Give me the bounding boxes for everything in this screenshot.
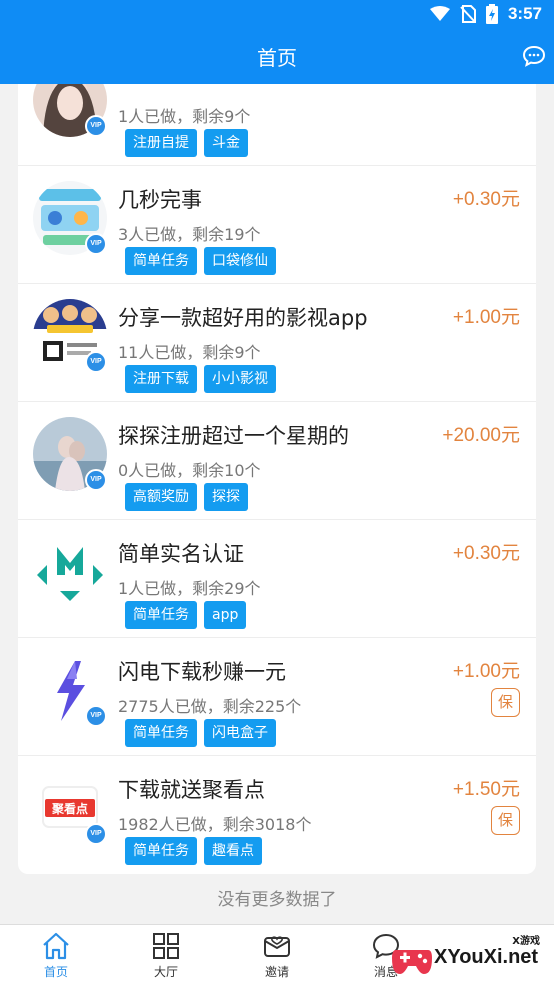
task-tag: 趣看点: [204, 837, 262, 865]
nav-label: 大厅: [153, 965, 178, 979]
task-reward: +1.00元: [452, 661, 520, 682]
nav-hall[interactable]: 大厅: [126, 931, 206, 980]
task-tag: 简单任务: [125, 837, 197, 865]
nav-home[interactable]: 首页: [16, 931, 96, 980]
task-reward: +1.50元: [452, 779, 520, 800]
nav-label: 首页: [43, 965, 68, 979]
nav-invite[interactable]: 邀请: [237, 931, 317, 980]
vip-badge: VIP: [85, 115, 107, 137]
task-reward: +1.00元: [452, 307, 520, 328]
task-stats: 2775人已做，剩余225个: [118, 697, 302, 716]
watermark-small: X游戏: [512, 936, 540, 947]
task-stats: 11人已做，剩余9个: [118, 343, 261, 362]
no-sim-icon: [460, 5, 476, 23]
task-stats: 1982人已做，剩余3018个: [118, 815, 312, 834]
watermark: X游戏 XYouXi.net: [388, 930, 554, 986]
task-tag: 高额奖励: [125, 483, 197, 511]
task-title: 分享一款超好用的影视app: [118, 306, 368, 330]
gamepad-icon: [392, 950, 432, 974]
task-title: 探探注册超过一个星期的: [118, 424, 349, 448]
chat-icon[interactable]: [522, 44, 546, 68]
task-item[interactable]: VIP 1人已做，剩余9个 注册自提 斗金: [18, 84, 536, 166]
task-tag: 简单任务: [125, 247, 197, 275]
battery-icon: [485, 4, 498, 24]
task-title: 下载就送聚看点: [118, 778, 265, 802]
task-reward: +0.30元: [452, 189, 520, 210]
task-reward: +0.30元: [452, 543, 520, 564]
watermark-text: XYouXi.net: [434, 946, 539, 968]
task-avatar: [33, 535, 107, 609]
jukandian-logo: 聚看点: [51, 801, 88, 816]
task-stats: 1人已做，剩余9个: [118, 107, 251, 126]
task-item[interactable]: 简单实名认证 1人已做，剩余29个 +0.30元 简单任务 app: [18, 520, 536, 638]
task-stats: 1人已做，剩余29个: [118, 579, 261, 598]
task-tag: 探探: [204, 483, 248, 511]
vip-badge: VIP: [85, 233, 107, 255]
task-title: 简单实名认证: [118, 542, 244, 566]
task-tag: app: [204, 601, 247, 629]
insured-badge: 保: [491, 688, 520, 717]
app-bar: 首页: [0, 30, 554, 84]
task-stats: 3人已做，剩余19个: [118, 225, 261, 244]
vip-badge: VIP: [85, 469, 107, 491]
task-item[interactable]: 聚看点 VIP 下载就送聚看点 1982人已做，剩余3018个 +1.50元 保…: [18, 756, 536, 874]
vip-badge: VIP: [85, 705, 107, 727]
task-item[interactable]: VIP 几秒完事 3人已做，剩余19个 +0.30元 简单任务 口袋修仙: [18, 166, 536, 284]
task-title: 几秒完事: [118, 188, 202, 212]
task-reward: +20.00元: [442, 425, 520, 446]
insured-badge: 保: [491, 806, 520, 835]
task-stats: 0人已做，剩余10个: [118, 461, 261, 480]
vip-badge: VIP: [85, 823, 107, 845]
no-more-data: 没有更多数据了: [217, 890, 337, 910]
task-item[interactable]: VIP 闪电下载秒赚一元 2775人已做，剩余225个 +1.00元 保 简单任…: [18, 638, 536, 756]
grid-icon: [153, 933, 179, 959]
status-bar: 3:57: [0, 0, 554, 30]
task-tag: 注册自提: [125, 129, 197, 157]
task-tag: 闪电盒子: [204, 719, 276, 747]
task-tag: 口袋修仙: [204, 247, 276, 275]
nav-label: 邀请: [264, 965, 289, 979]
page-title: 首页: [257, 46, 297, 70]
clock: 3:57: [507, 4, 542, 23]
task-item[interactable]: VIP 分享一款超好用的影视app 11人已做，剩余9个 +1.00元 注册下载…: [18, 284, 536, 402]
task-tag: 小小影视: [204, 365, 276, 393]
task-title: 闪电下载秒赚一元: [118, 660, 286, 684]
wifi-icon: [429, 6, 450, 21]
task-tag: 注册下载: [125, 365, 197, 393]
task-tag: 斗金: [204, 129, 248, 157]
task-list-card: VIP 1人已做，剩余9个 注册自提 斗金 VIP 几秒完事 3人已做，剩余19…: [18, 84, 536, 874]
task-list-scroll[interactable]: VIP 1人已做，剩余9个 注册自提 斗金 VIP 几秒完事 3人已做，剩余19…: [0, 84, 554, 924]
vip-badge: VIP: [85, 351, 107, 373]
task-item[interactable]: VIP 探探注册超过一个星期的 0人已做，剩余10个 +20.00元 高额奖励 …: [18, 402, 536, 520]
task-tag: 简单任务: [125, 601, 197, 629]
invite-icon: [264, 936, 290, 957]
home-icon: [43, 932, 69, 960]
task-tag: 简单任务: [125, 719, 197, 747]
